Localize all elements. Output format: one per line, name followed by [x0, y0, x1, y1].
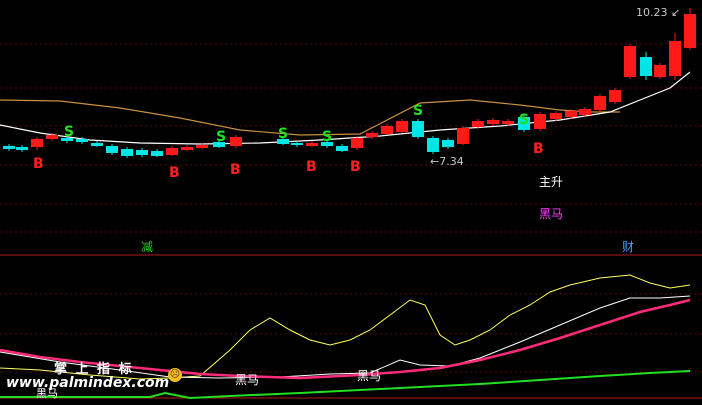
chart-window: 10.23 ↙ ←7.34 S S S S S S B B B B B B 主升… [0, 0, 702, 405]
bull-candle[interactable] [609, 90, 621, 102]
bear-candle[interactable] [76, 139, 88, 142]
tag-left: 减 [141, 240, 154, 254]
low-price-value: 7.34 [439, 155, 464, 168]
price-grid [0, 43, 702, 373]
bear-candle[interactable] [91, 143, 103, 146]
bull-candle[interactable] [472, 121, 484, 127]
bull-candle[interactable] [654, 65, 666, 77]
sell-marker: S [322, 129, 333, 145]
bull-candle[interactable] [684, 14, 696, 48]
bear-candle[interactable] [121, 149, 133, 156]
bull-candle[interactable] [196, 145, 208, 148]
bear-candle[interactable] [442, 140, 454, 147]
sell-marker: S [278, 126, 289, 142]
bull-candle[interactable] [487, 120, 499, 124]
high-price-label: 10.23 ↙ [636, 7, 680, 18]
low-arrow-icon: ← [430, 155, 440, 168]
indicator-black-horse-label: 黑马 [235, 373, 260, 387]
bear-candle[interactable] [427, 138, 439, 152]
buy-marker: B [230, 162, 241, 178]
black-horse-text: 黑马 [539, 207, 564, 221]
buy-marker: B [306, 159, 317, 175]
bull-candle[interactable] [396, 121, 408, 132]
bull-candle[interactable] [181, 147, 193, 150]
bear-candle[interactable] [336, 146, 348, 151]
bull-candle[interactable] [550, 113, 562, 119]
buy-marker: B [33, 156, 44, 172]
bull-candle[interactable] [366, 133, 378, 137]
tag-right: 财 [622, 240, 635, 254]
bull-candle[interactable] [624, 46, 636, 77]
sell-marker: S [413, 103, 424, 119]
bear-candle[interactable] [136, 150, 148, 155]
buy-marker: B [169, 165, 180, 181]
bull-candle[interactable] [381, 126, 393, 134]
bull-candle[interactable] [594, 96, 606, 110]
indicator-black-horse-label: 黑马 [357, 369, 382, 383]
bear-candle[interactable] [412, 121, 424, 137]
low-price-label: ←7.34 [430, 156, 464, 167]
buy-marker: B [533, 141, 544, 157]
bear-candle[interactable] [640, 57, 652, 76]
bull-candle[interactable] [565, 111, 577, 117]
watermark-url: www.palmindex.com [6, 375, 170, 391]
high-arrow-icon: ↙ [671, 6, 681, 19]
candlestick-series [3, 8, 696, 158]
bull-candle[interactable] [669, 41, 681, 76]
bear-candle[interactable] [151, 151, 163, 156]
bull-candle[interactable] [457, 128, 469, 144]
bull-candle[interactable] [534, 114, 546, 129]
bull-candle[interactable] [502, 121, 514, 124]
bull-candle[interactable] [579, 109, 591, 115]
bear-candle[interactable] [106, 146, 118, 153]
bull-candle[interactable] [351, 138, 363, 148]
sell-marker: S [64, 124, 75, 140]
bear-candle[interactable] [291, 143, 303, 145]
bull-candle[interactable] [46, 135, 58, 139]
bull-candle[interactable] [230, 137, 242, 146]
sell-marker: S [216, 129, 227, 145]
kline-chart[interactable] [0, 0, 702, 405]
sell-marker: S [519, 112, 530, 128]
high-price-value: 10.23 [636, 6, 668, 19]
bear-candle[interactable] [3, 146, 15, 149]
smiley-face-icon: ☹ [168, 368, 182, 382]
bull-candle[interactable] [306, 143, 318, 146]
bear-candle[interactable] [16, 147, 28, 150]
bull-candle[interactable] [166, 148, 178, 155]
buy-marker: B [350, 159, 361, 175]
main-rise-text: 主升 [539, 175, 564, 189]
bull-candle[interactable] [31, 139, 43, 147]
ma-white-line [0, 71, 691, 145]
